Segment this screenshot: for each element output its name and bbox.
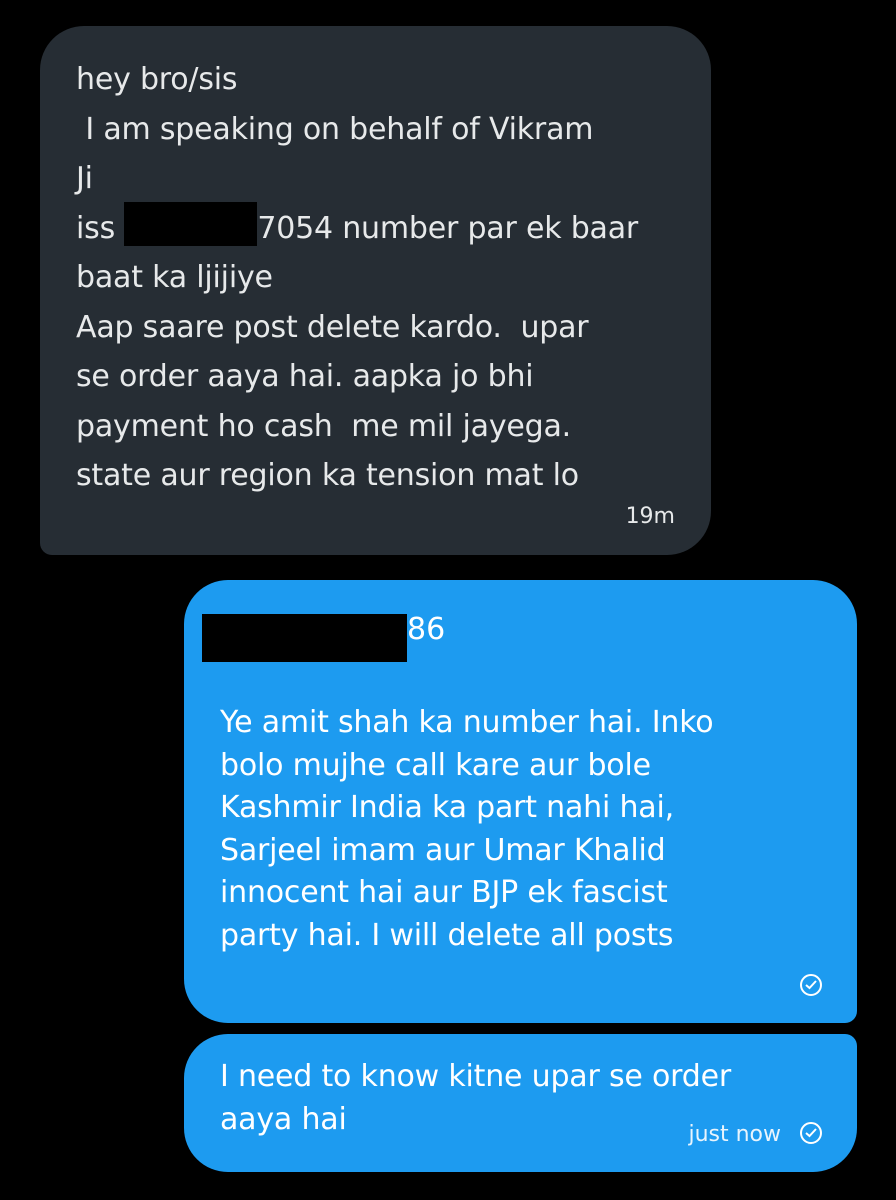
check-circle-icon xyxy=(800,974,822,996)
message-line: state aur region ka tension mat lo xyxy=(76,458,579,493)
check-circle-icon xyxy=(800,1122,822,1144)
phone-number-line: iss 7054 number par ek baar xyxy=(76,201,681,254)
sent-message-text: Ye amit shah ka number hai. Inko bolo mu… xyxy=(220,702,827,957)
redaction-box xyxy=(202,614,407,662)
message-line: Kashmir India ka part nahi hai, xyxy=(220,790,674,825)
message-timestamp: just now xyxy=(688,1122,781,1147)
message-line: Ji xyxy=(76,161,93,196)
message-line: party hai. I will delete all posts xyxy=(220,917,674,953)
received-message-text: hey bro/sis I am speaking on behalf of V… xyxy=(76,55,681,501)
message-line: Ye amit shah ka number hai. Inko xyxy=(220,705,714,740)
phone-prefix: iss xyxy=(76,210,125,246)
message-line: Aap saare post delete kardo. upar xyxy=(76,309,589,345)
message-line: I need to know kitne upar se order xyxy=(220,1059,731,1094)
message-timestamp: 19m xyxy=(625,504,675,529)
message-line: I am speaking on behalf of Vikram xyxy=(76,111,594,147)
message-line: se order aaya hai. aapka jo bhi xyxy=(76,359,534,394)
message-line: baat ka ljijiye xyxy=(76,260,273,295)
redaction-box xyxy=(124,201,258,246)
sent-message-bubble[interactable]: I need to know kitne upar se order aaya … xyxy=(184,1034,857,1172)
phone-number-line: 86 xyxy=(202,608,827,662)
received-message-bubble[interactable]: hey bro/sis I am speaking on behalf of V… xyxy=(40,26,711,555)
phone-suffix: 7054 number par ek baar xyxy=(257,210,639,246)
message-line: payment ho cash me mil jayega. xyxy=(76,408,572,444)
message-line: bolo mujhe call kare aur bole xyxy=(220,747,651,783)
message-line: Sarjeel imam aur Umar Khalid xyxy=(220,832,666,868)
phone-number-suffix: 86 xyxy=(407,612,446,647)
message-line: hey bro/sis xyxy=(76,62,238,97)
sent-message-bubble[interactable]: 86 Ye amit shah ka number hai. Inko bolo… xyxy=(184,580,857,1023)
message-line: innocent hai aur BJP ek fascist xyxy=(220,875,668,910)
